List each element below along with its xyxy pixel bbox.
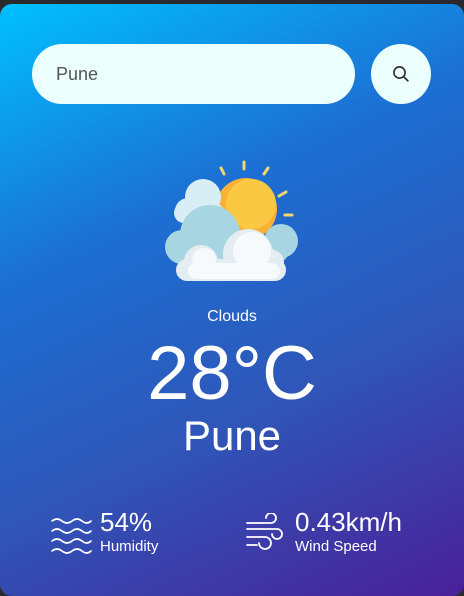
weather-condition: Clouds — [207, 308, 257, 325]
humidity-value: 54% — [100, 507, 153, 537]
wind-label: Wind Speed — [295, 538, 377, 555]
wind-value: 0.43km/h — [295, 507, 402, 537]
search-input[interactable] — [32, 44, 355, 104]
weather-card: Clouds 28°C Pune 54% Humidity 0.43km/h W… — [0, 4, 464, 596]
humidity-label: Humidity — [100, 538, 159, 555]
search-button[interactable] — [371, 44, 431, 104]
search-bar — [32, 44, 432, 104]
humidity-detail: 54% Humidity — [50, 507, 200, 559]
wind-icon — [246, 513, 283, 550]
wind-detail: 0.43km/h Wind Speed — [244, 507, 444, 559]
humidity-waves-icon — [51, 518, 92, 554]
search-icon — [393, 66, 409, 82]
temperature: 28°C — [147, 331, 317, 416]
city-name: Pune — [182, 412, 282, 459]
sun-behind-clouds-icon — [165, 160, 298, 281]
